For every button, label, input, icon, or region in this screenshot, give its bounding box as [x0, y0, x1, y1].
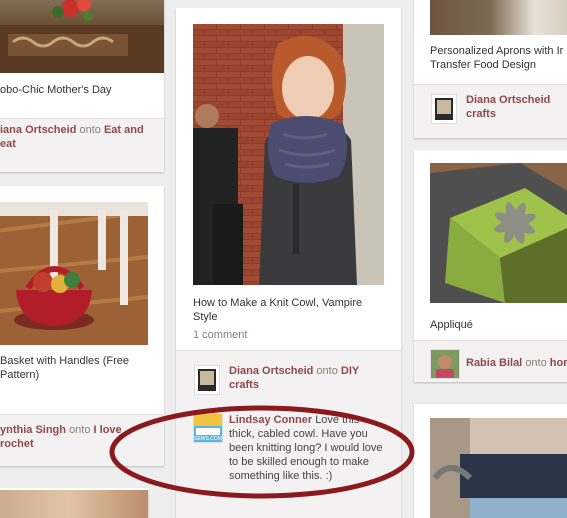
- comment-line1: Love this: [315, 414, 360, 426]
- pin-footer: Diana Ortscheid onto DIY crafts: [176, 350, 401, 403]
- pin-attribution: iana Ortscheid onto Eat and eat: [0, 123, 160, 151]
- board-name-cont[interactable]: rochet: [0, 438, 34, 450]
- comment-item: SEWS.COM Lindsay Conner Love this thick,…: [176, 402, 401, 518]
- pin-footer: Rabia Bilal onto hor: [414, 340, 567, 382]
- onto-label: onto: [79, 124, 101, 136]
- pin-card-mothers-day[interactable]: obo-Chic Mother's Day iana Ortscheid ont…: [0, 0, 164, 172]
- pin-description: obo-Chic Mother's Day: [0, 84, 112, 96]
- pin-attribution: Rabia Bilal onto hor: [466, 356, 567, 370]
- pin-description: How to Make a Knit Cowl, Vampire Style: [193, 296, 393, 324]
- avatar[interactable]: [430, 349, 460, 379]
- onto-label: onto: [316, 365, 338, 377]
- comment-line2: thick, cabled cowl. Have you: [229, 428, 368, 440]
- board-name[interactable]: I love: [94, 424, 122, 436]
- pin-card-basket[interactable]: Basket with Handles (Free Pattern) ynthi…: [0, 186, 164, 466]
- comment-count[interactable]: 1 comment: [193, 329, 247, 341]
- avatar-image: [432, 95, 456, 123]
- knit-cowl-photo: [193, 24, 384, 285]
- board-name[interactable]: crafts: [466, 108, 496, 120]
- pin-image-bracelet[interactable]: [430, 418, 567, 518]
- commenter-avatar-image: SEWS.COM: [194, 414, 222, 442]
- pin-card-aprons[interactable]: Personalized Aprons with Ir Transfer Foo…: [414, 0, 567, 138]
- pin-description-line2: Transfer Food Design: [430, 59, 536, 71]
- pin-image-mothers-day[interactable]: [0, 0, 164, 73]
- avatar-image: [431, 350, 459, 378]
- pin-card-partial[interactable]: [0, 488, 148, 518]
- pinner-name[interactable]: iana Ortscheid: [0, 124, 76, 136]
- avatar[interactable]: [194, 365, 220, 395]
- avatar-image: [195, 366, 219, 394]
- pin-description-line2: Style: [193, 311, 218, 323]
- pin-footer: ynthia Singh onto I love rochet: [0, 414, 164, 466]
- pinner-name[interactable]: Diana Ortscheid: [229, 365, 313, 377]
- comment-line3: been knitting long? I would love: [229, 442, 383, 454]
- pin-image-applique[interactable]: [430, 163, 567, 303]
- board-name[interactable]: DIY: [341, 365, 359, 377]
- commenter-avatar[interactable]: SEWS.COM: [193, 413, 223, 443]
- pin-description-line1: How to Make a Knit Cowl, Vampire: [193, 297, 363, 309]
- pin-description: Basket with Handles (Free Pattern): [0, 354, 160, 382]
- pin-image-partial[interactable]: [0, 490, 148, 518]
- board-name[interactable]: hor: [550, 357, 567, 369]
- board-name-cont[interactable]: crafts: [229, 379, 259, 391]
- applique-cube-photo: [430, 163, 567, 303]
- pin-description-line2: Pattern): [0, 369, 40, 381]
- pin-description: Appliqué: [430, 319, 473, 331]
- basket-illustration: [0, 202, 148, 345]
- bracelet-photo: [430, 418, 567, 518]
- pin-card-knit-cowl[interactable]: How to Make a Knit Cowl, Vampire Style 1…: [176, 8, 401, 518]
- comment-line4: to be skilled enough to make: [229, 456, 370, 468]
- pin-footer: iana Ortscheid onto Eat and eat: [0, 118, 164, 172]
- pinner-name[interactable]: ynthia Singh: [0, 424, 66, 436]
- comment-text: Lindsay Conner Love this thick, cabled c…: [229, 413, 399, 483]
- pin-image-basket[interactable]: [0, 202, 148, 345]
- pin-attribution: Diana Ortscheid onto DIY crafts: [229, 364, 394, 392]
- flowers-crate-illustration: [0, 0, 164, 73]
- pinner-name[interactable]: Rabia Bilal: [466, 357, 522, 369]
- pin-attribution: Diana Ortscheid crafts: [466, 93, 567, 121]
- pinner-name[interactable]: Diana Ortscheid: [466, 94, 550, 106]
- pin-card-applique[interactable]: Appliqué Rabia Bilal onto hor: [414, 150, 567, 382]
- board-name-cont[interactable]: eat: [0, 138, 16, 150]
- pin-card-bracelet[interactable]: [414, 404, 567, 518]
- commenter-name[interactable]: Lindsay Conner: [229, 414, 312, 426]
- pin-image-aprons[interactable]: [430, 0, 567, 35]
- pin-description-line1: Basket with Handles (Free: [0, 355, 129, 367]
- board-name[interactable]: Eat and: [104, 124, 144, 136]
- onto-label: onto: [525, 357, 547, 369]
- pin-footer: Diana Ortscheid crafts: [414, 84, 567, 138]
- onto-label: onto: [69, 424, 91, 436]
- avatar[interactable]: [431, 94, 457, 124]
- comment-line5: something like this. :): [229, 470, 333, 482]
- pin-description: Personalized Aprons with Ir Transfer Foo…: [430, 44, 567, 72]
- svg-text:SEWS.COM: SEWS.COM: [194, 436, 222, 442]
- pin-description-line1: Personalized Aprons with Ir: [430, 45, 564, 57]
- pin-image-knit-cowl[interactable]: [193, 24, 384, 285]
- pin-attribution: ynthia Singh onto I love rochet: [0, 423, 160, 451]
